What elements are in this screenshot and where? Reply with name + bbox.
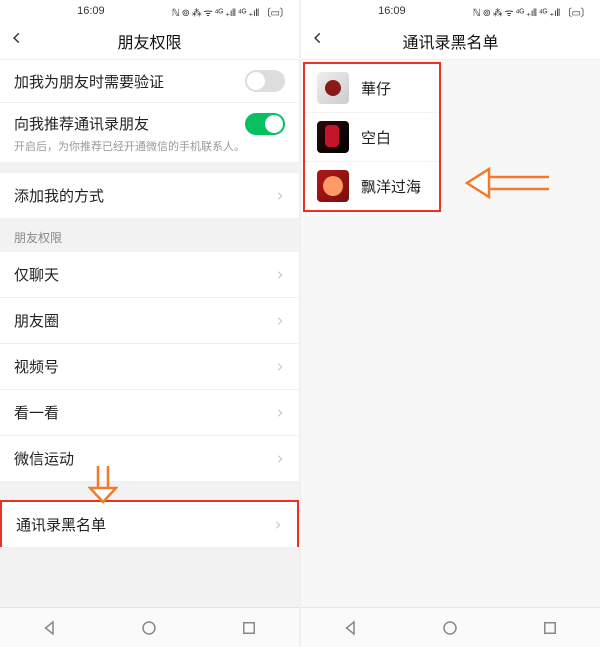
avatar bbox=[317, 170, 349, 202]
section-gap bbox=[0, 482, 299, 500]
nav-back-button[interactable] bbox=[41, 619, 59, 637]
toggle-verify[interactable] bbox=[245, 70, 285, 92]
status-icons: ℕ ⊚ ⁂ ᯤ ⁴ᴳ ₊ıll ⁴ᴳ ₊ıll 〔▭〕 bbox=[473, 4, 590, 19]
contacts-highlight-box: 華仔 空白 飘洋过海 bbox=[303, 62, 441, 212]
row-moments[interactable]: 朋友圈 bbox=[0, 298, 299, 344]
phone-right: 16:09 ℕ ⊚ ⁂ ᯤ ⁴ᴳ ₊ıll ⁴ᴳ ₊ıll 〔▭〕 通讯录黑名单… bbox=[301, 0, 600, 647]
annotation-arrow-left bbox=[465, 166, 549, 200]
status-icons: ℕ ⊚ ⁂ ᯤ ⁴ᴳ ₊ıll ⁴ᴳ ₊ıll 〔▭〕 bbox=[172, 4, 289, 19]
row-label: 添加我的方式 bbox=[14, 185, 275, 206]
contact-row[interactable]: 空白 bbox=[305, 113, 439, 162]
row-label: 视频号 bbox=[14, 356, 275, 377]
contact-row[interactable]: 飘洋过海 bbox=[305, 162, 439, 210]
status-time: 16:09 bbox=[10, 5, 172, 17]
phone-left: 16:09 ℕ ⊚ ⁂ ᯤ ⁴ᴳ ₊ıll ⁴ᴳ ₊ıll 〔▭〕 朋友权限 加… bbox=[0, 0, 299, 647]
row-sublabel: 开启后，为你推荐已经开通微信的手机联系人。 bbox=[14, 138, 245, 154]
row-label: 看一看 bbox=[14, 402, 275, 423]
contact-name: 飘洋过海 bbox=[361, 176, 421, 197]
chevron-right-icon bbox=[275, 316, 285, 326]
row-label: 向我推荐通讯录朋友 bbox=[14, 113, 245, 134]
chevron-right-icon bbox=[275, 408, 285, 418]
content-area: 華仔 空白 飘洋过海 bbox=[301, 60, 600, 607]
row-chat-only[interactable]: 仅聊天 bbox=[0, 252, 299, 298]
nav-recent-button[interactable] bbox=[240, 619, 258, 637]
chevron-right-icon bbox=[275, 191, 285, 201]
row-channels[interactable]: 视频号 bbox=[0, 344, 299, 390]
row-add-method[interactable]: 添加我的方式 bbox=[0, 173, 299, 219]
avatar bbox=[317, 72, 349, 104]
page-title: 通讯录黑名单 bbox=[311, 29, 590, 53]
row-label: 加我为朋友时需要验证 bbox=[14, 71, 245, 92]
nav-bar bbox=[301, 607, 600, 647]
section-header-friends: 朋友权限 bbox=[0, 219, 299, 252]
row-recommend-contacts[interactable]: 向我推荐通讯录朋友 开启后，为你推荐已经开通微信的手机联系人。 bbox=[0, 103, 299, 163]
avatar bbox=[317, 121, 349, 153]
page-title: 朋友权限 bbox=[10, 29, 289, 53]
title-bar: 通讯录黑名单 bbox=[301, 22, 600, 60]
content-area: 加我为朋友时需要验证 向我推荐通讯录朋友 开启后，为你推荐已经开通微信的手机联系… bbox=[0, 60, 299, 607]
chevron-right-icon bbox=[275, 362, 285, 372]
section-gap bbox=[0, 163, 299, 173]
row-label: 微信运动 bbox=[14, 448, 275, 469]
contact-row[interactable]: 華仔 bbox=[305, 64, 439, 113]
status-time: 16:09 bbox=[311, 5, 473, 17]
nav-home-button[interactable] bbox=[140, 619, 158, 637]
row-verify-friend[interactable]: 加我为朋友时需要验证 bbox=[0, 60, 299, 103]
chevron-right-icon bbox=[273, 520, 283, 530]
row-werun[interactable]: 微信运动 bbox=[0, 436, 299, 482]
row-label: 通讯录黑名单 bbox=[16, 514, 273, 535]
nav-recent-button[interactable] bbox=[541, 619, 559, 637]
status-bar: 16:09 ℕ ⊚ ⁂ ᯤ ⁴ᴳ ₊ıll ⁴ᴳ ₊ıll 〔▭〕 bbox=[301, 0, 600, 22]
contact-name: 空白 bbox=[361, 127, 391, 148]
row-label: 朋友圈 bbox=[14, 310, 275, 331]
nav-bar bbox=[0, 607, 299, 647]
row-kanykan[interactable]: 看一看 bbox=[0, 390, 299, 436]
row-blacklist[interactable]: 通讯录黑名单 bbox=[0, 500, 299, 547]
status-bar: 16:09 ℕ ⊚ ⁂ ᯤ ⁴ᴳ ₊ıll ⁴ᴳ ₊ıll 〔▭〕 bbox=[0, 0, 299, 22]
chevron-right-icon bbox=[275, 454, 285, 464]
title-bar: 朋友权限 bbox=[0, 22, 299, 60]
nav-back-button[interactable] bbox=[342, 619, 360, 637]
contact-name: 華仔 bbox=[361, 78, 391, 99]
toggle-recommend[interactable] bbox=[245, 113, 285, 135]
row-label: 仅聊天 bbox=[14, 264, 275, 285]
chevron-right-icon bbox=[275, 270, 285, 280]
nav-home-button[interactable] bbox=[441, 619, 459, 637]
